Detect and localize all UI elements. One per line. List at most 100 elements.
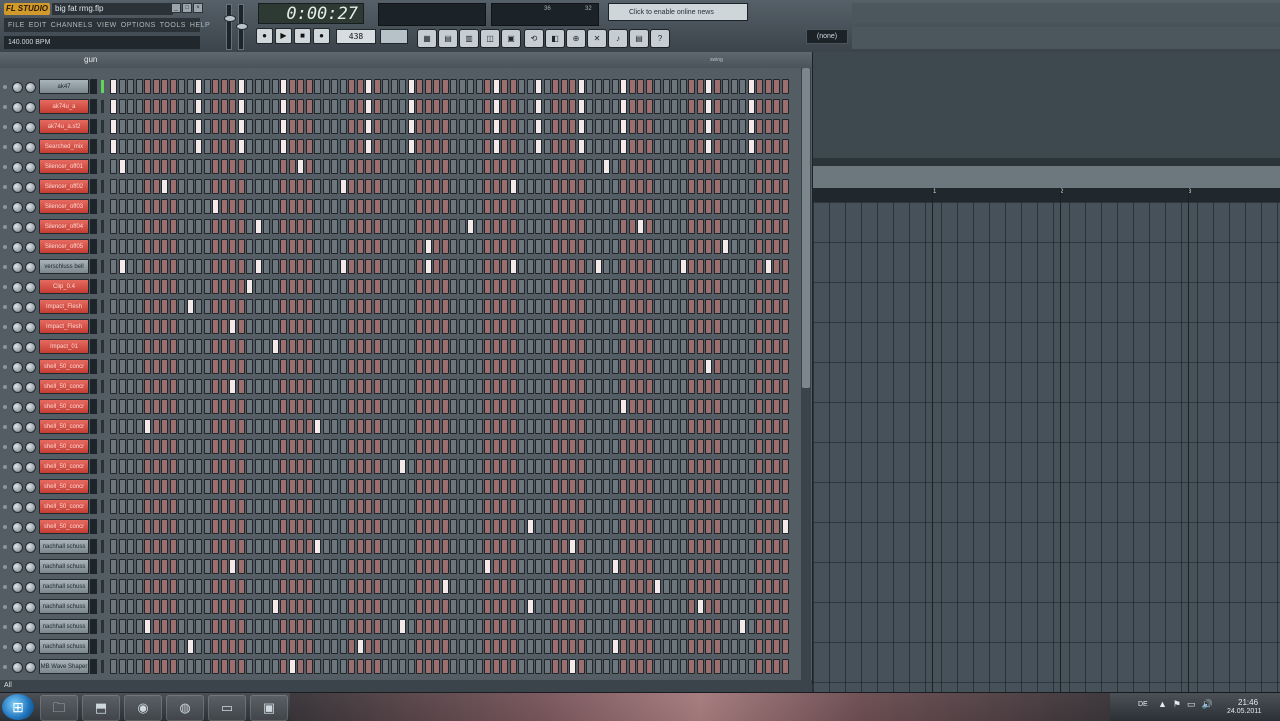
step-button[interactable] — [671, 259, 678, 274]
step-button[interactable] — [127, 499, 134, 514]
step-button[interactable] — [688, 539, 695, 554]
step-button[interactable] — [356, 159, 364, 174]
step-button[interactable] — [730, 459, 738, 474]
step-button[interactable] — [382, 299, 389, 314]
step-button[interactable] — [212, 659, 219, 674]
step-button[interactable] — [450, 239, 457, 254]
step-button[interactable] — [322, 339, 330, 354]
step-button[interactable] — [688, 79, 695, 94]
step-button[interactable] — [620, 659, 627, 674]
step-button[interactable] — [305, 279, 313, 294]
step-button[interactable] — [739, 619, 746, 634]
step-button[interactable] — [152, 219, 160, 234]
step-button[interactable] — [161, 539, 168, 554]
step-button[interactable] — [654, 619, 661, 634]
step-button[interactable] — [543, 79, 551, 94]
step-button[interactable] — [671, 499, 678, 514]
step-button[interactable] — [195, 159, 202, 174]
step-button[interactable] — [611, 99, 619, 114]
step-button[interactable] — [594, 239, 602, 254]
step-button[interactable] — [178, 579, 185, 594]
step-button[interactable] — [416, 79, 423, 94]
step-button[interactable] — [458, 79, 466, 94]
step-button[interactable] — [577, 659, 585, 674]
step-button[interactable] — [314, 439, 321, 454]
step-button[interactable] — [382, 559, 389, 574]
step-button[interactable] — [288, 659, 296, 674]
step-button[interactable] — [577, 179, 585, 194]
pan-knob[interactable] — [12, 162, 23, 173]
step-button[interactable] — [526, 219, 534, 234]
step-button[interactable] — [577, 159, 585, 174]
channel-select-indicator[interactable] — [101, 220, 104, 233]
step-button[interactable] — [178, 639, 185, 654]
step-button[interactable] — [501, 419, 508, 434]
step-button[interactable] — [263, 79, 270, 94]
step-button[interactable] — [458, 139, 466, 154]
step-button[interactable] — [365, 219, 372, 234]
step-button[interactable] — [407, 659, 415, 674]
step-button[interactable] — [475, 579, 483, 594]
step-button[interactable] — [747, 239, 755, 254]
step-button[interactable] — [254, 79, 262, 94]
step-button[interactable] — [628, 379, 636, 394]
step-button[interactable] — [764, 79, 772, 94]
mute-led[interactable] — [3, 585, 7, 589]
step-button[interactable] — [509, 299, 517, 314]
channel-name-button[interactable]: shell_50_concr — [39, 479, 89, 494]
step-button[interactable] — [373, 619, 381, 634]
step-button[interactable] — [322, 539, 330, 554]
step-button[interactable] — [314, 579, 321, 594]
step-button[interactable] — [229, 459, 236, 474]
mute-led[interactable] — [3, 645, 7, 649]
step-button[interactable] — [246, 399, 253, 414]
step-button[interactable] — [237, 179, 245, 194]
step-button[interactable] — [348, 279, 355, 294]
step-button[interactable] — [280, 179, 287, 194]
step-button[interactable] — [399, 459, 406, 474]
step-button[interactable] — [450, 259, 457, 274]
step-button[interactable] — [713, 399, 721, 414]
step-button[interactable] — [399, 299, 406, 314]
step-button[interactable] — [254, 159, 262, 174]
step-button[interactable] — [467, 499, 474, 514]
step-button[interactable] — [305, 499, 313, 514]
step-button[interactable] — [611, 639, 619, 654]
step-button[interactable] — [475, 99, 483, 114]
step-button[interactable] — [280, 639, 287, 654]
step-button[interactable] — [705, 379, 712, 394]
step-button[interactable] — [348, 659, 355, 674]
step-button[interactable] — [433, 399, 440, 414]
step-button[interactable] — [458, 599, 466, 614]
step-button[interactable] — [382, 99, 389, 114]
step-button[interactable] — [178, 479, 185, 494]
step-button[interactable] — [586, 339, 593, 354]
step-button[interactable] — [254, 359, 262, 374]
step-button[interactable] — [135, 199, 143, 214]
step-button[interactable] — [407, 559, 415, 574]
channel-fx-slot[interactable] — [90, 219, 97, 234]
step-button[interactable] — [654, 419, 661, 434]
step-button[interactable] — [373, 259, 381, 274]
step-button[interactable] — [467, 319, 474, 334]
step-button[interactable] — [722, 239, 729, 254]
step-button[interactable] — [620, 159, 627, 174]
step-button[interactable] — [679, 639, 687, 654]
step-button[interactable] — [220, 659, 228, 674]
step-button[interactable] — [314, 479, 321, 494]
step-button[interactable] — [331, 199, 338, 214]
step-button[interactable] — [110, 79, 117, 94]
step-button[interactable] — [569, 299, 576, 314]
step-button[interactable] — [560, 219, 568, 234]
step-button[interactable] — [569, 279, 576, 294]
step-button[interactable] — [169, 339, 177, 354]
step-button[interactable] — [263, 479, 270, 494]
step-button[interactable] — [322, 559, 330, 574]
step-button[interactable] — [773, 159, 780, 174]
step-button[interactable] — [450, 399, 457, 414]
step-button[interactable] — [169, 639, 177, 654]
step-button[interactable] — [705, 219, 712, 234]
step-button[interactable] — [280, 379, 287, 394]
step-button[interactable] — [237, 559, 245, 574]
channel-fx-slot[interactable] — [90, 519, 97, 534]
